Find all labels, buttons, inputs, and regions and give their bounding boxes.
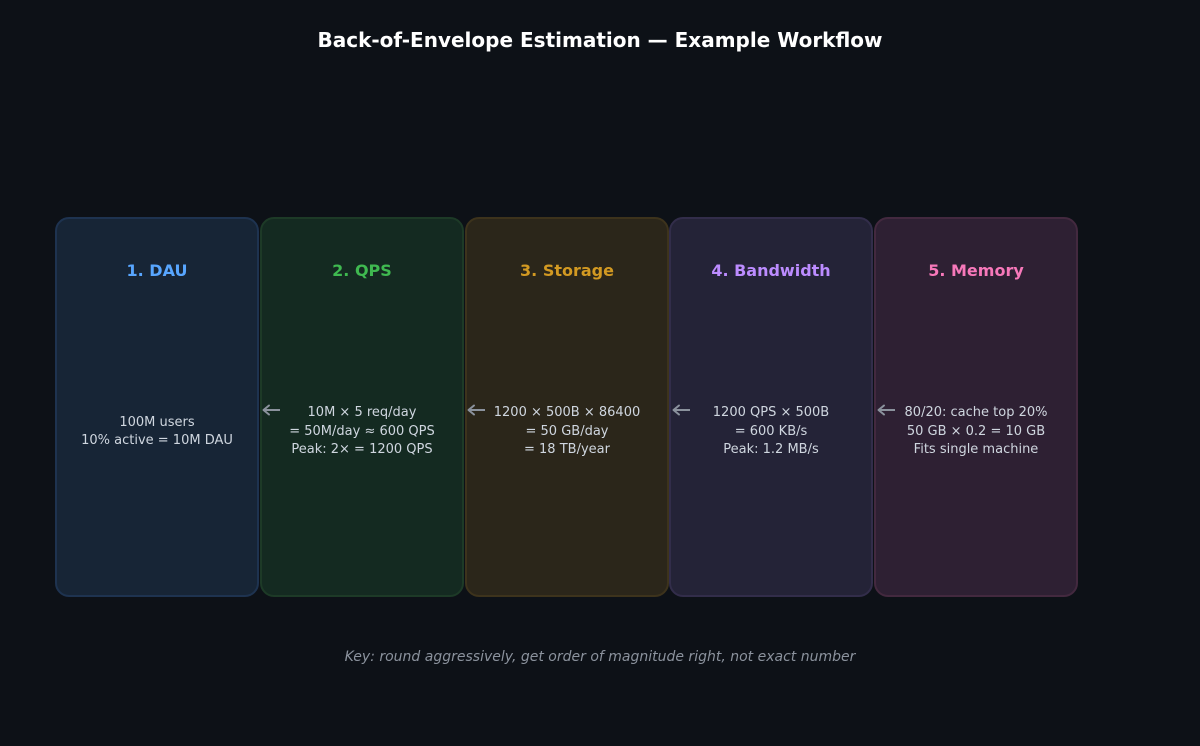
step-title: 1. DAU	[126, 261, 188, 280]
step-line: 100M users	[119, 414, 195, 430]
step-body: 1200 × 500B × 86400 = 50 GB/day = 18 TB/…	[467, 402, 667, 462]
step-body: 10M × 5 req/day = 50M/day ≈ 600 QPS Peak…	[262, 402, 462, 462]
step-line: = 18 TB/year	[524, 442, 610, 458]
step-line: 10M × 5 req/day	[307, 405, 417, 421]
step-body: 80/20: cache top 20% 50 GB × 0.2 = 10 GB…	[876, 402, 1076, 462]
step-body: 100M users 10% active = 10M DAU	[57, 402, 257, 462]
step-body: 1200 QPS × 500B = 600 KB/s Peak: 1.2 MB/…	[671, 402, 871, 462]
step-title: 5. Memory	[928, 261, 1024, 280]
arrow-left-icon	[262, 404, 280, 416]
step-line: Fits single machine	[913, 442, 1039, 458]
step-title: 2. QPS	[332, 261, 392, 280]
arrow-left-icon	[877, 404, 895, 416]
step-line: Peak: 1.2 MB/s	[723, 442, 819, 458]
step-card-storage: 3. Storage 1200 × 500B × 86400 = 50 GB/d…	[465, 217, 669, 597]
step-line: 50 GB × 0.2 = 10 GB	[906, 423, 1046, 439]
step-card-bandwidth: 4. Bandwidth 1200 QPS × 500B = 600 KB/s …	[669, 217, 873, 597]
step-line: 1200 QPS × 500B	[712, 405, 830, 421]
step-line: 1200 × 500B × 86400	[493, 405, 641, 421]
step-card-memory: 5. Memory 80/20: cache top 20% 50 GB × 0…	[874, 217, 1078, 597]
diagram-title: Back-of-Envelope Estimation — Example Wo…	[317, 28, 883, 52]
step-line: = 50 GB/day	[525, 423, 609, 439]
step-title: 3. Storage	[520, 261, 614, 280]
arrow-left-icon	[672, 404, 690, 416]
step-line: = 50M/day ≈ 600 QPS	[289, 423, 435, 439]
step-line: 10% active = 10M DAU	[81, 433, 233, 448]
step-line: 80/20: cache top 20%	[904, 405, 1048, 421]
arrow-left-icon	[467, 404, 485, 416]
step-card-qps: 2. QPS 10M × 5 req/day = 50M/day ≈ 600 Q…	[260, 217, 464, 597]
step-title: 4. Bandwidth	[711, 261, 831, 280]
step-line: = 600 KB/s	[734, 423, 808, 439]
step-line: Peak: 2× = 1200 QPS	[291, 442, 433, 458]
step-card-dau: 1. DAU 100M users 10% active = 10M DAU	[55, 217, 259, 597]
footnote: Key: round aggressively, get order of ma…	[344, 649, 856, 665]
